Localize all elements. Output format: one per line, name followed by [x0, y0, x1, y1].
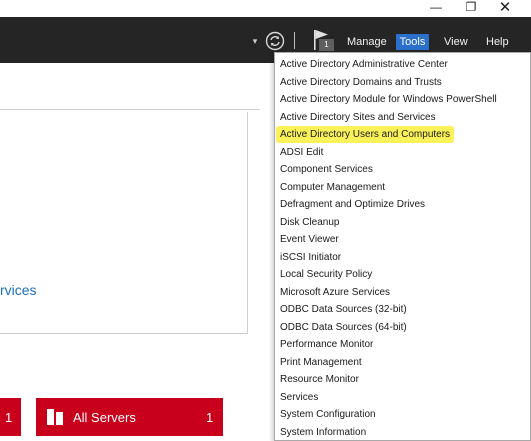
menu-tools[interactable]: Tools [396, 34, 429, 50]
tile-label: All Servers [73, 410, 136, 425]
tools-menu-item[interactable]: ADSI Edit [280, 144, 323, 161]
tools-menu: Active Directory Administrative Center A… [274, 52, 531, 441]
tools-menu-item[interactable]: Print Management [280, 354, 362, 371]
tools-menu-item[interactable]: Event Viewer [280, 231, 339, 248]
tools-menu-item[interactable]: ODBC Data Sources (64-bit) [280, 319, 407, 336]
tools-menu-item[interactable]: Microsoft Azure Services [280, 284, 390, 301]
welcome-panel [0, 112, 248, 334]
tools-menu-item[interactable]: Defragment and Optimize Drives [280, 196, 425, 213]
tools-menu-item[interactable]: Active Directory Administrative Center [280, 56, 448, 73]
tools-menu-item[interactable]: iSCSI Initiator [280, 249, 341, 266]
tools-menu-item[interactable]: Active Directory Sites and Services [280, 109, 436, 126]
tools-menu-item[interactable]: Services [280, 389, 318, 406]
tools-menu-item[interactable]: System Information [280, 424, 366, 441]
minimize-button[interactable]: — [421, 0, 451, 17]
dashboard-header [0, 63, 260, 110]
menu-help[interactable]: Help [486, 34, 509, 50]
tools-menu-item[interactable]: Local Security Policy [280, 266, 372, 283]
restore-button[interactable]: ❐ [456, 0, 486, 17]
tools-menu-item[interactable]: ODBC Data Sources (32-bit) [280, 301, 407, 318]
tools-menu-item[interactable]: Computer Management [280, 179, 385, 196]
chevron-down-icon[interactable]: ▾ [250, 36, 260, 46]
tools-menu-item-highlighted[interactable]: Active Directory Users and Computers [276, 126, 455, 143]
all-servers-tile[interactable]: All Servers 1 [36, 398, 223, 436]
services-link[interactable]: rvices [0, 281, 37, 299]
tools-menu-item[interactable]: Performance Monitor [280, 336, 373, 353]
server-tile[interactable]: 1 [0, 398, 21, 436]
tools-menu-item[interactable]: Resource Monitor [280, 371, 359, 388]
tools-menu-item[interactable]: Component Services [280, 161, 373, 178]
tile-count: 1 [206, 410, 214, 425]
title-bar: — ❐ ✕ [0, 0, 531, 17]
toolbar-separator [294, 32, 295, 49]
notification-count-badge: 1 [319, 39, 334, 51]
tools-menu-item[interactable]: Active Directory Domains and Trusts [280, 74, 442, 91]
refresh-icon[interactable] [265, 31, 285, 51]
servers-icon [47, 409, 63, 425]
tools-menu-item[interactable]: System Configuration [280, 406, 376, 423]
menu-view[interactable]: View [444, 34, 468, 50]
menu-manage[interactable]: Manage [347, 34, 387, 50]
close-button[interactable]: ✕ [490, 0, 520, 17]
tools-menu-item[interactable]: Disk Cleanup [280, 214, 339, 231]
tools-menu-item[interactable]: Active Directory Module for Windows Powe… [280, 91, 497, 108]
tile-count: 1 [5, 410, 13, 425]
